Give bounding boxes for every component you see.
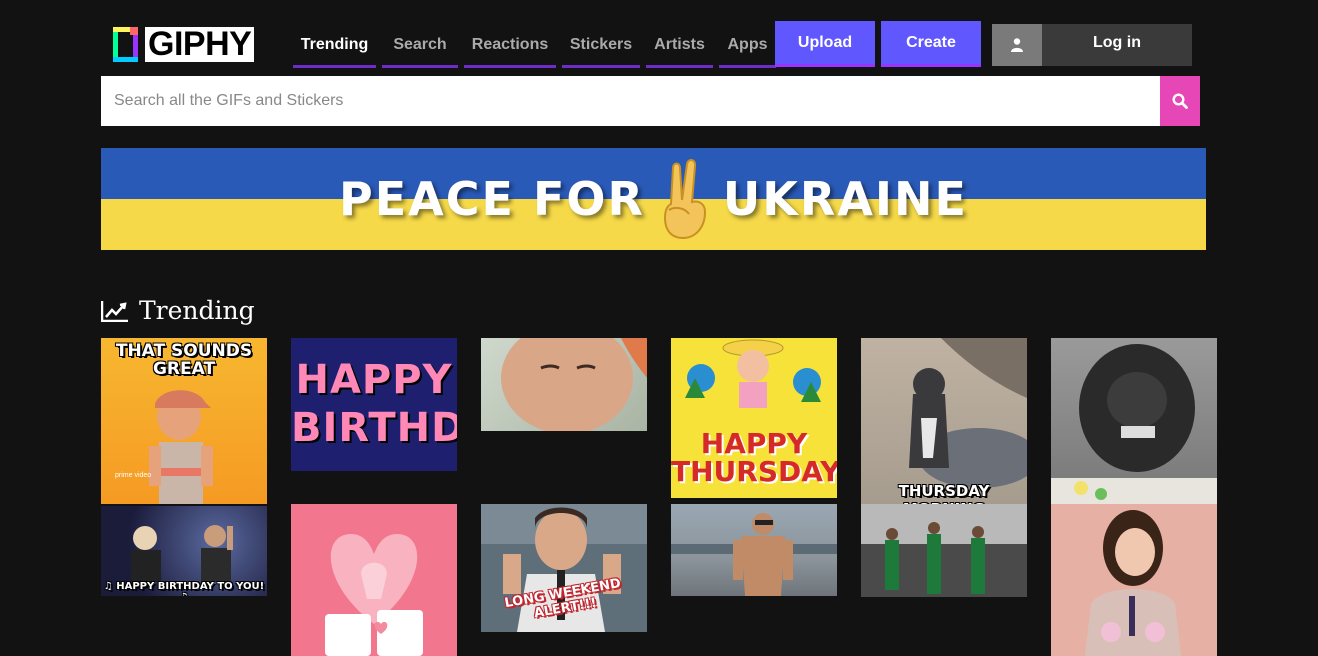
gif-caption: THURSDAY MORNING [898,482,990,504]
gif-caption: HAPPY THURSDAY [671,427,837,488]
gif-happy-birthday-sticker[interactable]: HAPPY BIRTHDAY [291,338,457,471]
giphy-logo[interactable]: GIPHY [113,27,277,62]
logo-text: GIPHY [145,27,255,62]
trending-title: Trending [139,296,255,325]
gif-long-weekend-alert[interactable]: LONG WEEKEND ALERT!!! [481,504,647,632]
create-button[interactable]: Create [881,21,981,67]
login-button[interactable]: Log in [992,24,1192,66]
main-nav: Trending Search Reactions Stickers Artis… [293,24,782,68]
gif-that-sounds-great[interactable]: THAT SOUNDS GREAT prime video [101,338,267,504]
gif-gorilla-eating[interactable] [1051,338,1217,504]
trending-heading[interactable]: Trending [101,296,255,325]
nav-item-trending[interactable]: Trending [293,24,376,68]
search-input[interactable] [101,76,1160,126]
gif-woman-pink-background[interactable] [1051,504,1217,656]
giphy-logo-icon [113,27,143,62]
gif-thursday-morning-dog[interactable]: THURSDAY MORNING [861,338,1027,504]
gif-caption: ♫ HAPPY BIRTHDAY TO YOU! ♫ [103,581,265,596]
gif-muscle-man[interactable] [671,504,837,596]
search-icon [1172,93,1188,109]
peace-for-ukraine-banner[interactable]: PEACE FOR UKRAINE [101,148,1206,250]
gif-happy-thursday[interactable]: HAPPY THURSDAY [671,338,837,498]
nav-item-artists[interactable]: Artists [646,24,713,68]
trending-chart-icon [101,300,128,322]
gif-happy-birthday-to-you[interactable]: ♫ HAPPY BIRTHDAY TO YOU! ♫ [101,506,267,596]
peace-hand-icon [663,159,706,240]
nav-item-apps[interactable]: Apps [719,24,776,68]
gif-caption: THAT SOUNDS GREAT [115,341,253,379]
gif-coffee-heart[interactable] [291,504,457,656]
upload-button[interactable]: Upload [775,21,875,67]
banner-text-left: PEACE FOR [339,172,645,226]
gif-man-closed-eyes[interactable] [481,338,647,431]
gif-basketball-crowd[interactable] [861,504,1027,597]
gif-caption: HAPPY BIRTHDAY [291,357,457,451]
nav-item-search[interactable]: Search [382,24,458,68]
user-icon [992,24,1042,66]
nav-item-stickers[interactable]: Stickers [562,24,640,68]
nav-item-reactions[interactable]: Reactions [464,24,556,68]
banner-text-right: UKRAINE [722,172,968,226]
login-label: Log in [1093,34,1141,51]
search-button[interactable] [1160,76,1200,126]
gif-caption-prime-video: prime video [115,472,152,479]
